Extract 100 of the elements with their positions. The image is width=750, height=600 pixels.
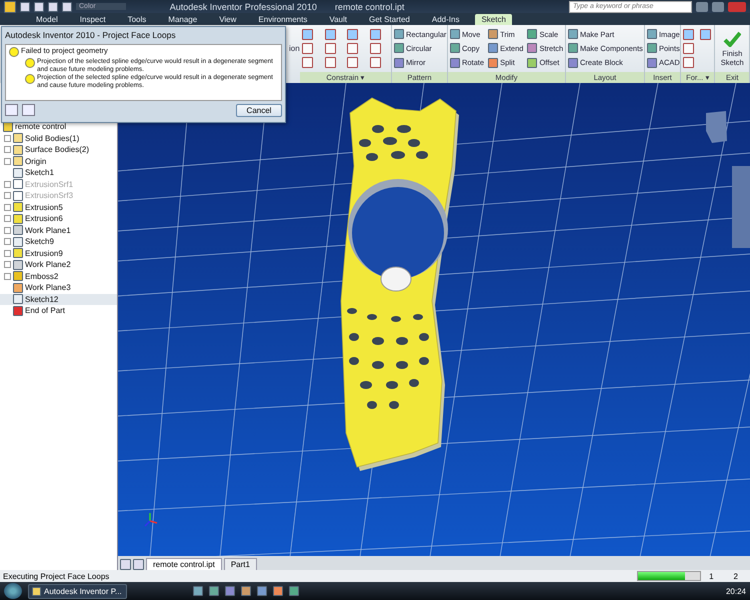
tool-icon	[568, 58, 578, 68]
tree-label: Extrusion6	[25, 214, 63, 224]
ribbon-tab[interactable]: Inspect	[74, 14, 112, 25]
tree-row[interactable]: Surface Bodies(2)	[0, 144, 117, 156]
expand-icon[interactable]	[4, 226, 11, 234]
constraint-icon[interactable]	[682, 57, 694, 68]
constraint-icon[interactable]	[302, 28, 313, 40]
view-cube-icon[interactable]	[706, 111, 727, 143]
tree-row[interactable]: End of Part	[0, 305, 117, 316]
constraint-icon[interactable]	[324, 42, 336, 54]
taskbar-icon[interactable]	[288, 586, 299, 596]
page-number: 1	[709, 572, 714, 580]
tool-icon	[646, 58, 657, 68]
ribbon-tab[interactable]: Tools	[122, 14, 152, 25]
status-text: Executing Project Face Loops	[3, 572, 110, 580]
tree-label: Work Plane3	[25, 283, 71, 292]
tree-label: Origin	[25, 156, 46, 166]
maximize-button[interactable]	[712, 2, 724, 12]
tree-row[interactable]: Emboss2	[0, 270, 117, 282]
start-button[interactable]	[4, 583, 22, 599]
tree-row[interactable]: Sketch12	[0, 294, 117, 305]
tree-row[interactable]: Extrusion5	[0, 202, 117, 213]
tree-row[interactable]: Work Plane3	[0, 282, 117, 294]
tree-row[interactable]: Work Plane2	[0, 259, 117, 270]
axis-triad-icon	[144, 513, 158, 527]
minimize-button[interactable]	[696, 2, 708, 12]
taskbar-button[interactable]: Autodesk Inventor P...	[28, 584, 127, 598]
tree-label: Work Plane2	[25, 260, 71, 270]
ribbon-tab[interactable]: Add-Ins	[426, 14, 466, 25]
tool-icon	[450, 43, 460, 54]
tree-label: Solid Bodies(1)	[25, 134, 80, 143]
ribbon-tab[interactable]: Sketch	[475, 14, 512, 25]
document-tab[interactable]: Part1	[224, 558, 257, 570]
expand-icon[interactable]	[4, 215, 11, 222]
constraint-icon[interactable]	[370, 42, 382, 54]
ribbon-tab[interactable]: View	[213, 14, 242, 25]
tool-icon	[450, 58, 460, 68]
taskbar-icon[interactable]	[224, 586, 235, 596]
constraint-icon[interactable]	[302, 42, 313, 54]
window-icon[interactable]	[120, 559, 131, 570]
tool-icon	[527, 29, 538, 40]
constraint-icon[interactable]	[347, 57, 358, 68]
tool-icon	[394, 43, 404, 54]
expand-icon[interactable]	[4, 238, 11, 246]
constraint-icon[interactable]	[347, 28, 358, 40]
tree-row[interactable]: Sketch1	[0, 167, 117, 178]
tree-label: Emboss2	[25, 272, 58, 281]
copy-button[interactable]	[22, 104, 35, 116]
help-button[interactable]	[5, 104, 18, 116]
constraint-icon[interactable]	[682, 42, 694, 54]
tree-row[interactable]: Origin	[0, 156, 117, 167]
tree-label: Sketch1	[25, 168, 54, 178]
ribbon-tab[interactable]: Get Started	[362, 14, 416, 25]
clock: 20:24	[726, 586, 746, 596]
ribbon-tab[interactable]: Vault	[323, 14, 353, 25]
taskbar-icon[interactable]	[192, 586, 203, 596]
expand-icon[interactable]	[4, 204, 11, 211]
constraint-icon[interactable]	[700, 28, 711, 40]
tool-icon	[646, 43, 657, 54]
taskbar-icon[interactable]	[272, 586, 283, 596]
constraint-icon[interactable]	[682, 28, 694, 40]
expand-icon[interactable]	[4, 261, 11, 268]
expand-icon[interactable]	[4, 134, 11, 142]
ribbon-tab[interactable]: Environments	[252, 14, 314, 25]
taskbar-icon[interactable]	[240, 586, 251, 596]
constraint-icon[interactable]	[324, 57, 336, 68]
ribbon-tab[interactable]: Manage	[162, 14, 204, 25]
tree-row[interactable]: Sketch9	[0, 236, 117, 248]
expand-icon[interactable]	[4, 146, 11, 154]
expand-icon[interactable]	[4, 272, 11, 280]
expand-icon[interactable]	[4, 250, 11, 257]
tree-label: Surface Bodies(2)	[25, 145, 90, 154]
tree-row[interactable]: Extrusion9	[0, 248, 117, 259]
tree-row[interactable]: Solid Bodies(1)	[0, 132, 117, 144]
cancel-button[interactable]: Cancel	[236, 104, 282, 116]
constraint-icon[interactable]	[347, 42, 358, 54]
document-tab[interactable]: remote control.ipt	[146, 558, 222, 570]
tool-icon	[394, 58, 404, 68]
tool-icon	[568, 29, 578, 40]
tree-label: ExtrusionSrf1	[25, 180, 74, 189]
window-title: Autodesk Inventor Professional 2010	[170, 2, 317, 12]
taskbar-icon[interactable]	[208, 586, 219, 596]
checkmark-icon	[723, 30, 742, 46]
tree-row[interactable]: Work Plane1	[0, 224, 117, 236]
expand-icon[interactable]	[4, 158, 11, 165]
constraint-icon[interactable]	[370, 57, 382, 68]
tree-row[interactable]: Extrusion6	[0, 213, 117, 224]
tree-item[interactable]: remote control	[15, 122, 66, 132]
constraint-icon[interactable]	[324, 28, 336, 40]
tree-label: Extrusion9	[25, 248, 63, 258]
constraint-icon[interactable]	[370, 28, 382, 40]
taskbar-icon[interactable]	[256, 586, 267, 596]
constraint-icon[interactable]	[302, 57, 313, 68]
dialog-title: Autodesk Inventor 2010 - Project Face Loops	[5, 29, 177, 42]
close-button[interactable]	[728, 2, 746, 12]
tile-icon[interactable]	[133, 559, 144, 570]
tool-icon	[527, 43, 538, 54]
tree-label: End of Part	[25, 306, 66, 316]
document-name: remote control.ipt	[334, 2, 404, 12]
ribbon-tab[interactable]: Model	[30, 14, 64, 25]
